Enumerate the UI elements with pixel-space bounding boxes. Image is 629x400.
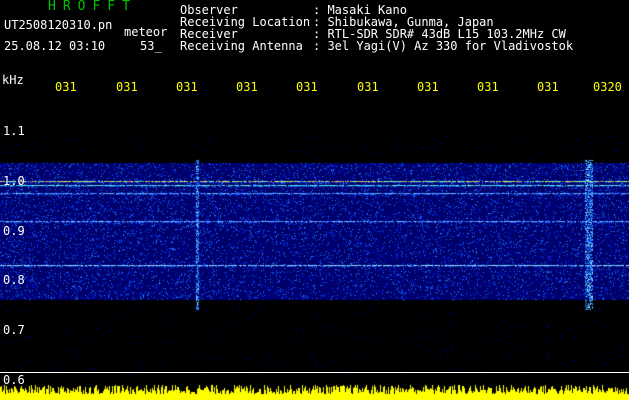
- time-tick-label: 0320: [593, 80, 622, 94]
- spectrogram-waterfall: [0, 75, 629, 400]
- freq-tick-label: 1.1: [3, 124, 25, 138]
- time-tick-label: 031: [477, 80, 499, 94]
- time-tick-label: 031: [236, 80, 258, 94]
- meta-label-antenna: Receiving Antenna: [180, 39, 303, 53]
- detection-tag: meteor: [124, 25, 168, 39]
- time-tick-label: 031: [417, 80, 439, 94]
- freq-tick-label: 1.0: [3, 174, 25, 188]
- app-brand: HROFFT: [48, 0, 137, 14]
- freq-tick-label: 0.7: [3, 323, 25, 337]
- time-tick-label: 031: [55, 80, 77, 94]
- freq-tick-label: 0.8: [3, 273, 25, 287]
- baseline-rule: [0, 372, 629, 373]
- time-tick-label: 031: [176, 80, 198, 94]
- file-name: UT2508120310.pn: [4, 18, 113, 32]
- time-tick-label: 031: [296, 80, 318, 94]
- freq-tick-label: 0.6: [3, 373, 25, 387]
- freq-unit-label: kHz: [2, 73, 24, 87]
- date-time: 25.08.12 03:10: [4, 39, 106, 53]
- echo-count: 53_: [140, 39, 162, 53]
- time-tick-label: 031: [357, 80, 379, 94]
- time-tick-label: 031: [116, 80, 138, 94]
- freq-tick-label: 0.9: [3, 224, 25, 238]
- time-tick-label: 031: [537, 80, 559, 94]
- meta-value-antenna: : 3el Yagi(V) Az 330 for Vladivostok: [313, 39, 574, 53]
